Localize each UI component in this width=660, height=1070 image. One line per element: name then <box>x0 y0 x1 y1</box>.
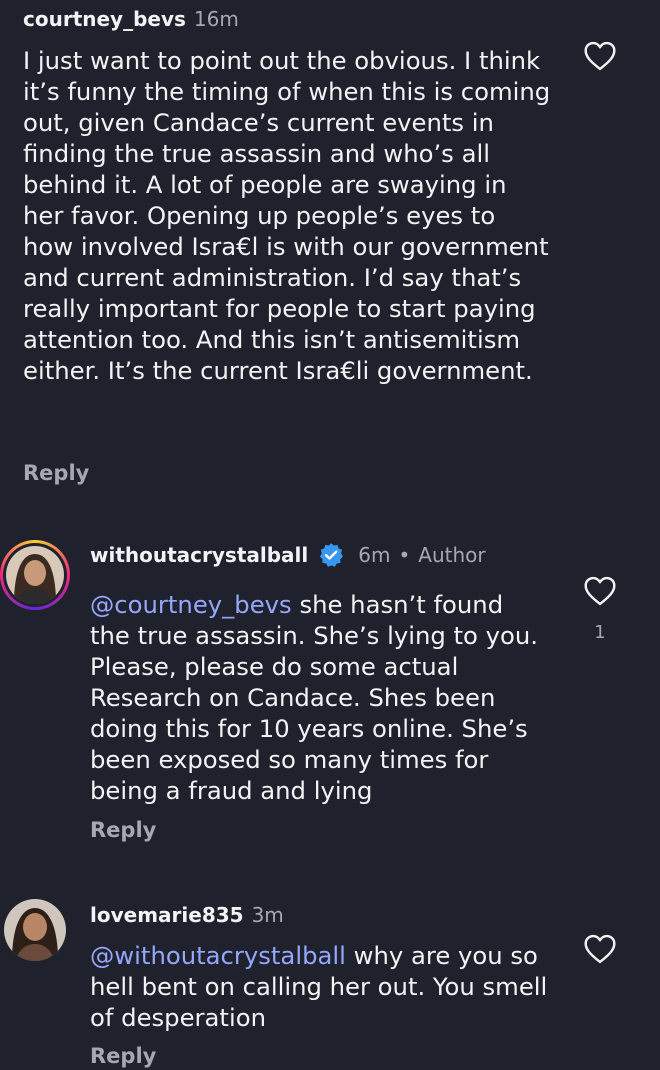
timestamp: 16m <box>193 7 239 31</box>
heart-outline-icon[interactable] <box>583 576 617 606</box>
avatar[interactable] <box>6 546 64 604</box>
comment-header: lovemarie835 3m <box>90 903 284 927</box>
reply-button[interactable]: Reply <box>23 461 89 485</box>
username[interactable]: courtney_bevs <box>23 7 186 31</box>
timestamp: 6m <box>358 543 391 567</box>
mention-link[interactable]: @withoutacrystalball <box>90 941 346 970</box>
story-ring[interactable] <box>0 540 70 610</box>
comment-text: @withoutacrystalball why are you so hell… <box>90 940 550 1033</box>
heart-outline-icon[interactable] <box>583 934 617 964</box>
username[interactable]: lovemarie835 <box>90 903 244 927</box>
mention-link[interactable]: @courtney_bevs <box>90 590 292 619</box>
comment-text: I just want to point out the obvious. I … <box>23 46 558 385</box>
comment-body: she hasn’t found the true assassin. She’… <box>90 590 546 805</box>
heart-outline-icon[interactable] <box>583 41 617 71</box>
like-count: 1 <box>594 622 606 643</box>
timestamp: 3m <box>251 903 284 927</box>
comment-header: courtney_bevs 16m <box>23 7 239 31</box>
comment-text: @courtney_bevs she hasn’t found the true… <box>90 589 550 806</box>
author-label: Author <box>418 543 486 567</box>
reply-button[interactable]: Reply <box>90 818 156 842</box>
avatar[interactable] <box>4 899 66 961</box>
comment-header: withoutacrystalball 6m • Author <box>90 542 486 568</box>
username[interactable]: withoutacrystalball <box>90 543 308 567</box>
verified-badge-icon <box>320 543 344 567</box>
reply-button[interactable]: Reply <box>90 1044 156 1068</box>
separator-dot: • <box>398 543 411 567</box>
